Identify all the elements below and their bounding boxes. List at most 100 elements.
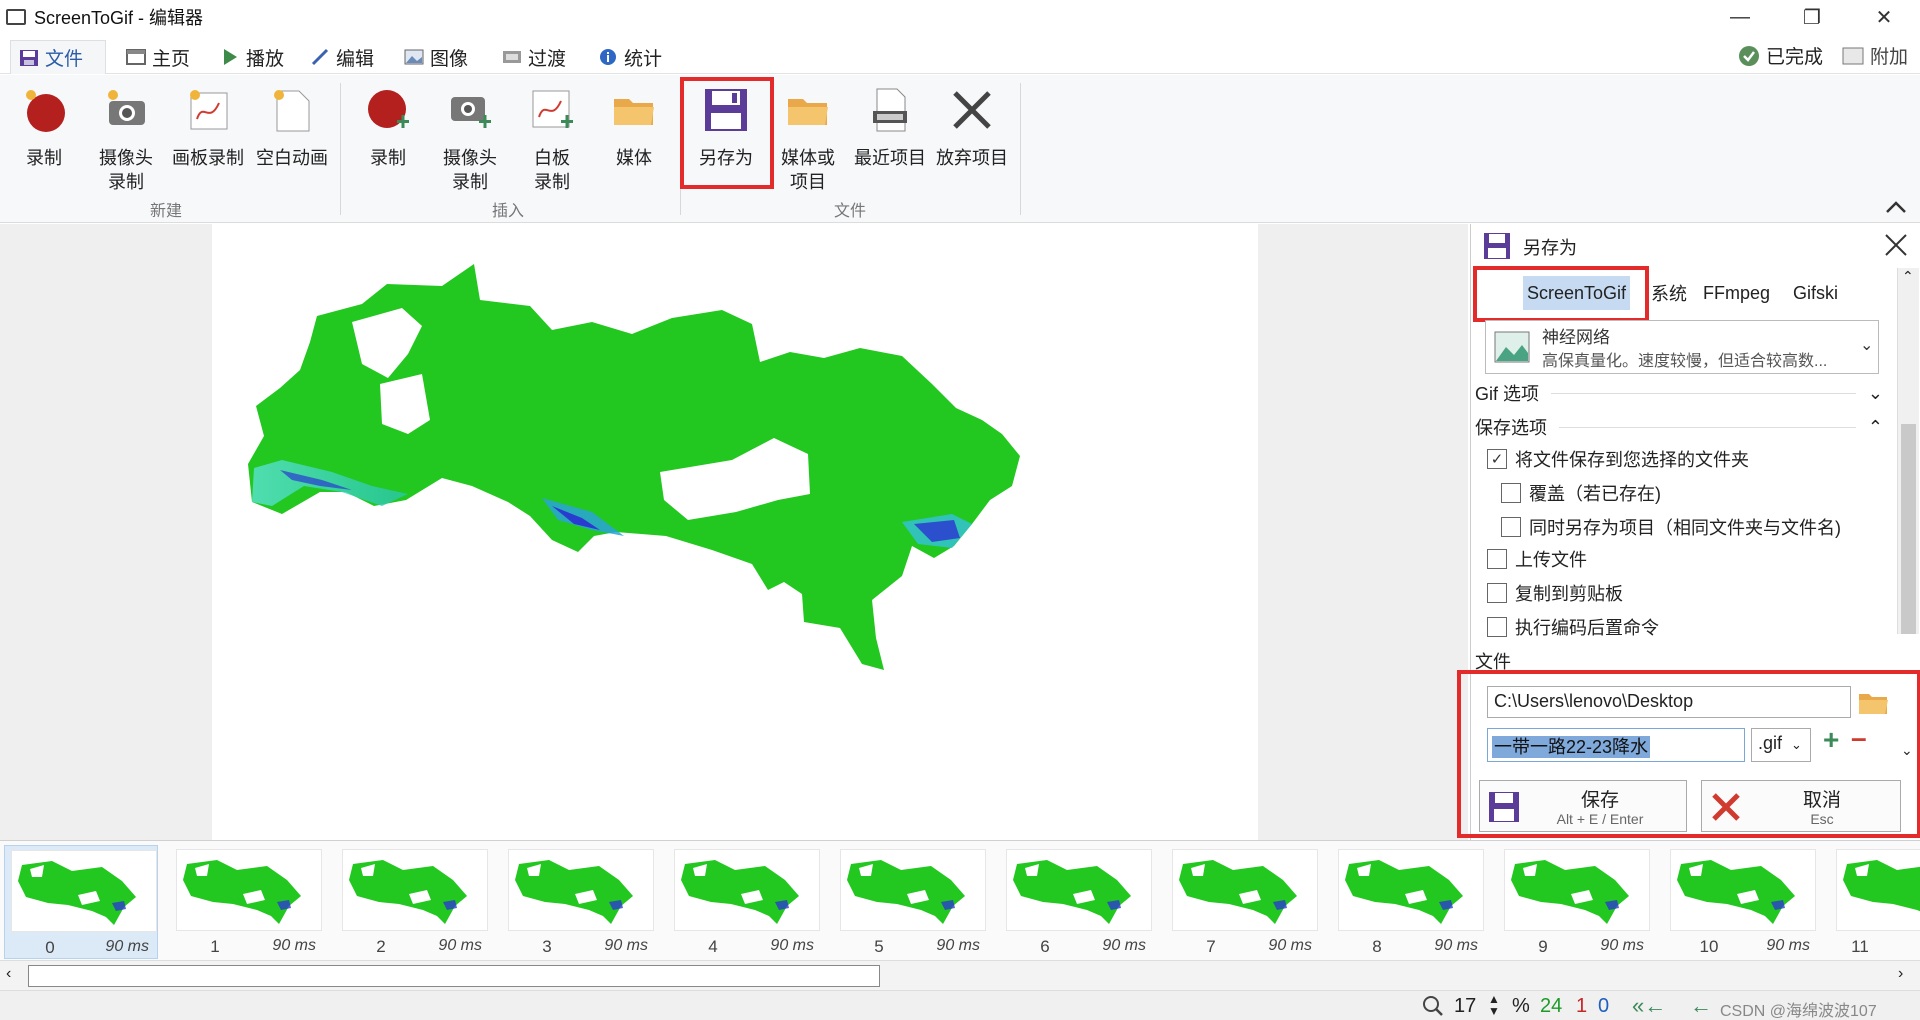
option-copy-clipboard[interactable]: 复制到剪贴板	[1487, 580, 1623, 606]
option-save-project[interactable]: 同时另存为项目（相同文件夹与文件名)	[1501, 514, 1841, 540]
tab-image[interactable]: 图像	[396, 40, 476, 74]
frame-item[interactable]: 6 90 ms	[1000, 845, 1154, 959]
save-options-header[interactable]: 保存选项 ⌃	[1475, 414, 1883, 440]
panel-scrollbar[interactable]: ⌃	[1897, 268, 1919, 634]
chevron-up-icon: ⌃	[1867, 416, 1883, 437]
insert-media-button[interactable]: 媒体	[596, 83, 672, 193]
attach-icon	[1842, 47, 1864, 64]
tab-transition[interactable]: 过渡	[494, 40, 574, 74]
frame-item[interactable]: 3 90 ms	[502, 845, 656, 959]
option-save-to-folder[interactable]: ✓ 将文件保存到您选择的文件夹	[1487, 446, 1749, 472]
insert-record-label: 录制	[370, 148, 406, 168]
frame-item[interactable]: 2 90 ms	[336, 845, 490, 959]
tab-edit[interactable]: 编辑	[302, 40, 382, 74]
scroll-left-icon[interactable]: ‹	[6, 965, 11, 983]
frame-item[interactable]: 7 90 ms	[1166, 845, 1320, 959]
frame-number: 0	[45, 938, 55, 957]
done-indicator[interactable]: 已完成	[1738, 42, 1823, 69]
frame-thumbnail	[840, 849, 986, 931]
highlight-save-as	[680, 77, 774, 189]
new-webcam-button[interactable]: 摄像头 录制	[88, 83, 164, 193]
scroll-right-icon[interactable]: ›	[1898, 965, 1903, 983]
insert-whiteboard-button[interactable]: 白板 录制	[514, 83, 590, 193]
restore-button[interactable]: ❐	[1782, 0, 1842, 34]
new-blank-button[interactable]: 空白动画	[254, 83, 330, 193]
zoom-stepper[interactable]: ▲ ▼	[1488, 993, 1500, 1017]
insert-whiteboard-label-2: 录制	[534, 172, 570, 192]
option-label: 上传文件	[1515, 550, 1587, 570]
first-frame-icon[interactable]: «←	[1632, 993, 1666, 1019]
frame-item[interactable]: 8 90 ms	[1332, 845, 1486, 959]
new-webcam-label-1: 摄像头	[99, 148, 153, 168]
frame-number: 8	[1372, 937, 1382, 956]
checkbox[interactable]	[1501, 517, 1521, 537]
insert-webcam-button[interactable]: 摄像头 录制	[432, 83, 508, 193]
new-board-button[interactable]: 画板录制	[170, 83, 246, 193]
frame-canvas[interactable]	[212, 224, 1258, 840]
frame-item[interactable]: 10 90 ms	[1664, 845, 1818, 959]
tab-file[interactable]: 文件	[10, 40, 106, 74]
minimize-button[interactable]: —	[1710, 0, 1770, 34]
open-media-project-button[interactable]: 媒体或 项目	[770, 83, 846, 193]
frame-item[interactable]: 0 90 ms	[4, 845, 158, 959]
frame-number: 6	[1040, 937, 1050, 956]
tab-play[interactable]: 播放	[212, 40, 292, 74]
chevron-down-icon: ⌄	[1860, 337, 1874, 354]
new-record-button[interactable]: 录制	[6, 83, 82, 193]
frame-delay: 90 ms	[438, 937, 482, 954]
gif-options-header[interactable]: Gif 选项 ⌄	[1475, 380, 1883, 406]
option-overwrite[interactable]: 覆盖（若已存在)	[1501, 480, 1661, 506]
insert-webcam-label-2: 录制	[452, 172, 488, 192]
landscape-icon	[1494, 331, 1530, 363]
encoder-tab-system[interactable]: 系统	[1647, 276, 1691, 310]
attach-button[interactable]: 附加	[1842, 42, 1908, 69]
checkbox[interactable]	[1487, 617, 1507, 637]
discard-project-button[interactable]: 放弃项目	[934, 83, 1010, 193]
frame-list-scrollbar[interactable]: ‹ ›	[0, 960, 1920, 990]
scroll-up-icon[interactable]: ⌃	[1902, 268, 1914, 285]
check-circle-icon	[1739, 45, 1759, 66]
recent-projects-button[interactable]: 最近项目	[852, 83, 928, 193]
map-image	[248, 264, 1020, 670]
previous-frame-icon[interactable]: ←	[1690, 993, 1712, 1019]
scroll-down-icon[interactable]: ⌄	[1901, 742, 1913, 759]
option-upload[interactable]: 上传文件	[1487, 546, 1587, 572]
frame-item[interactable]: 11	[1830, 845, 1920, 959]
frame-count-selected: 1	[1576, 995, 1588, 1017]
insert-whiteboard-label-1: 白板	[534, 148, 570, 168]
scrollbar-thumb[interactable]	[28, 965, 880, 987]
recent-document-icon	[873, 88, 907, 132]
board-icon	[190, 90, 228, 130]
preset-selector[interactable]: 神经网络 高保真量化。速度较慢，但适合较高数... ⌄	[1485, 320, 1879, 374]
frame-number: 11	[1851, 937, 1869, 956]
frame-item[interactable]: 1 90 ms	[170, 845, 324, 959]
checkbox[interactable]	[1501, 483, 1521, 503]
frame-delay: 90 ms	[936, 937, 980, 954]
checkbox[interactable]: ✓	[1487, 449, 1507, 469]
close-button[interactable]: ✕	[1854, 0, 1914, 34]
frame-delay: 90 ms	[272, 937, 316, 954]
frame-number: 4	[708, 937, 718, 956]
collapse-ribbon-icon[interactable]	[1884, 199, 1908, 215]
encoder-tab-ffmpeg[interactable]: FFmpeg	[1699, 276, 1774, 310]
insert-media-label: 媒体	[616, 148, 652, 168]
encoder-tab-gifski[interactable]: Gifski	[1789, 276, 1842, 310]
scrollbar-thumb[interactable]	[1901, 424, 1916, 634]
option-post-command[interactable]: 执行编码后置命令	[1487, 614, 1659, 640]
close-panel-icon[interactable]	[1883, 232, 1909, 258]
insert-record-button[interactable]: 录制	[350, 83, 426, 193]
frame-item[interactable]: 5 90 ms	[834, 845, 988, 959]
tab-stats[interactable]: 统计	[590, 40, 670, 74]
tab-home[interactable]: 主页	[118, 40, 198, 74]
frame-list[interactable]: 0 90 ms 1 90 ms 2 90 ms 3 90 ms 4 90 ms …	[0, 840, 1920, 960]
frame-thumbnail	[1006, 849, 1152, 931]
zoom-value[interactable]: 17	[1454, 995, 1476, 1018]
home-icon	[126, 49, 146, 65]
encoder-label: 系统	[1651, 284, 1687, 304]
checkbox[interactable]	[1487, 549, 1507, 569]
frame-item[interactable]: 9 90 ms	[1498, 845, 1652, 959]
tab-label: 文件	[45, 49, 84, 70]
checkbox[interactable]	[1487, 583, 1507, 603]
frame-item[interactable]: 4 90 ms	[668, 845, 822, 959]
frame-thumbnail	[176, 849, 322, 931]
